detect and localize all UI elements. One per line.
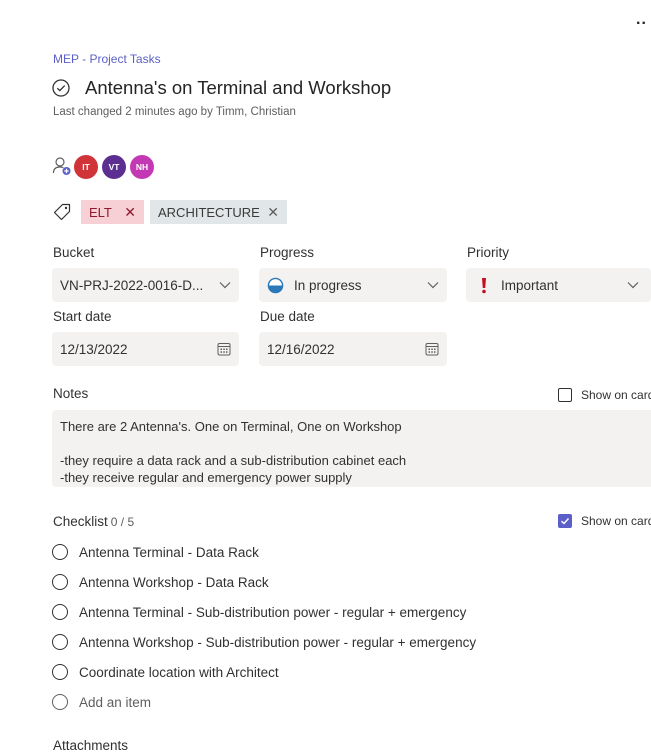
notes-textarea[interactable]: There are 2 Antenna's. One on Terminal, … — [52, 410, 651, 487]
bucket-label: Bucket — [53, 245, 95, 260]
priority-dropdown[interactable]: Important — [466, 268, 651, 302]
label-chip-architecture[interactable]: ARCHITECTURE ✕ — [150, 200, 287, 224]
task-title[interactable]: Antenna's on Terminal and Workshop — [85, 77, 391, 99]
checklist-show-on-card[interactable]: Show on card — [558, 514, 651, 528]
priority-value: Important — [501, 277, 559, 293]
avatar[interactable]: NH — [130, 155, 154, 179]
show-on-card-checkbox[interactable] — [558, 388, 572, 402]
tag-icon[interactable] — [52, 202, 72, 222]
add-item-input[interactable]: Add an item — [79, 695, 151, 710]
avatar[interactable]: IT — [74, 155, 98, 179]
due-date-value: 12/16/2022 — [267, 341, 335, 357]
due-date-picker[interactable]: 12/16/2022 — [259, 332, 447, 366]
label-text: ARCHITECTURE — [158, 204, 260, 220]
calendar-icon[interactable] — [425, 342, 439, 356]
checklist-count: 0 / 5 — [110, 515, 135, 529]
chevron-down-icon — [219, 282, 231, 289]
chevron-down-icon — [627, 282, 639, 289]
avatar[interactable]: VT — [102, 155, 126, 179]
checklist-item[interactable]: Antenna Workshop - Sub-distribution powe… — [52, 632, 476, 652]
exclamation-icon — [482, 277, 486, 293]
remove-label-button[interactable]: ✕ — [124, 204, 136, 221]
bucket-value: VN-PRJ-2022-0016-D... — [60, 277, 204, 293]
checklist-header: Checklist 0 / 5 — [53, 514, 134, 529]
checklist-item-checkbox[interactable] — [52, 574, 68, 590]
checklist-item-checkbox[interactable] — [52, 544, 68, 560]
assign-person-icon[interactable] — [52, 156, 72, 176]
show-on-card-checkbox[interactable] — [558, 514, 572, 528]
checklist-item[interactable]: Coordinate location with Architect — [52, 662, 279, 682]
checklist-item-text[interactable]: Antenna Workshop - Data Rack — [79, 575, 269, 590]
checklist-item-checkbox[interactable] — [52, 664, 68, 680]
bucket-dropdown[interactable]: VN-PRJ-2022-0016-D... — [52, 268, 239, 302]
due-date-label: Due date — [260, 309, 315, 324]
progress-value: In progress — [294, 277, 362, 293]
notes-label: Notes — [53, 386, 89, 401]
progress-dropdown[interactable]: In progress — [259, 268, 447, 302]
label-chip-elt[interactable]: ELT ✕ — [81, 200, 144, 224]
last-changed-text: Last changed 2 minutes ago by Timm, Chri… — [53, 106, 296, 118]
checklist-item-text[interactable]: Antenna Terminal - Sub-distribution powe… — [79, 605, 466, 620]
priority-label: Priority — [467, 245, 510, 260]
chevron-down-icon — [427, 282, 439, 289]
checklist-item[interactable]: Antenna Workshop - Data Rack — [52, 572, 269, 592]
checklist-label: Checklist — [53, 514, 108, 529]
checklist-item[interactable]: Antenna Terminal - Data Rack — [52, 542, 259, 562]
more-options-button[interactable]: .. — [636, 12, 647, 28]
notes-show-on-card[interactable]: Show on card — [558, 388, 651, 402]
calendar-icon[interactable] — [217, 342, 231, 356]
start-date-label: Start date — [53, 309, 112, 324]
start-date-value: 12/13/2022 — [60, 341, 128, 357]
checkmark-icon — [561, 518, 570, 525]
start-date-picker[interactable]: 12/13/2022 — [52, 332, 239, 366]
add-item-circle-icon — [52, 694, 68, 710]
checklist-item[interactable]: Antenna Terminal - Sub-distribution powe… — [52, 602, 466, 622]
checklist-item-text[interactable]: Antenna Terminal - Data Rack — [79, 545, 259, 560]
in-progress-icon — [267, 277, 284, 293]
progress-label: Progress — [260, 245, 315, 260]
complete-task-icon[interactable] — [52, 79, 70, 97]
checklist-item-checkbox[interactable] — [52, 604, 68, 620]
show-on-card-label: Show on card — [581, 388, 651, 402]
checklist-item-checkbox[interactable] — [52, 634, 68, 650]
add-checklist-item[interactable]: Add an item — [52, 692, 151, 712]
label-text: ELT — [89, 204, 112, 220]
attachments-label: Attachments — [53, 738, 129, 753]
breadcrumb[interactable]: MEP - Project Tasks — [53, 52, 161, 66]
checklist-item-text[interactable]: Coordinate location with Architect — [79, 665, 279, 680]
checklist-item-text[interactable]: Antenna Workshop - Sub-distribution powe… — [79, 635, 476, 650]
remove-label-button[interactable]: ✕ — [267, 204, 279, 221]
show-on-card-label: Show on card — [581, 514, 651, 528]
